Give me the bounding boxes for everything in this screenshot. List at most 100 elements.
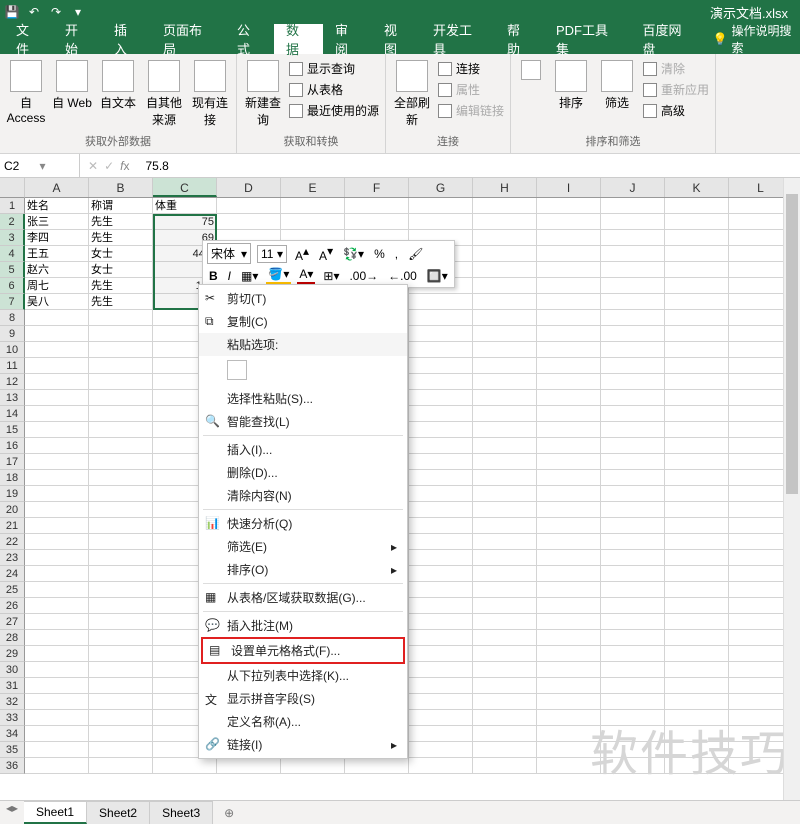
cell[interactable]: [473, 646, 537, 662]
cell[interactable]: [473, 694, 537, 710]
cell[interactable]: [601, 694, 665, 710]
cell[interactable]: [473, 614, 537, 630]
cell[interactable]: [537, 694, 601, 710]
cell[interactable]: [537, 582, 601, 598]
cell[interactable]: [537, 214, 601, 230]
cell[interactable]: [409, 630, 473, 646]
sheet-nav-icon[interactable]: ◂▸: [0, 801, 24, 815]
cell[interactable]: [537, 742, 601, 758]
cell[interactable]: [89, 678, 153, 694]
cell[interactable]: [409, 454, 473, 470]
cell[interactable]: 先生: [89, 294, 153, 310]
cell[interactable]: [473, 662, 537, 678]
cell[interactable]: [601, 710, 665, 726]
cell[interactable]: [537, 310, 601, 326]
row-header[interactable]: 7: [0, 294, 25, 310]
name-box[interactable]: C2▾: [0, 154, 80, 177]
menu-item[interactable]: 💬插入批注(M): [199, 614, 407, 637]
cell[interactable]: [25, 342, 89, 358]
cell[interactable]: [665, 534, 729, 550]
cell[interactable]: [601, 486, 665, 502]
cell[interactable]: 75: [153, 214, 217, 230]
fx-icon[interactable]: fx: [120, 159, 129, 173]
cell[interactable]: [409, 486, 473, 502]
cell[interactable]: [409, 662, 473, 678]
cell[interactable]: [25, 534, 89, 550]
tab-pdf[interactable]: PDF工具集: [544, 24, 631, 54]
menu-item[interactable]: ⧉复制(C): [199, 310, 407, 333]
cell[interactable]: [601, 454, 665, 470]
menu-item[interactable]: 删除(D)...: [199, 461, 407, 484]
menu-item[interactable]: ▦从表格/区域获取数据(G)...: [199, 586, 407, 609]
from-other-button[interactable]: 自其他来源: [144, 60, 184, 128]
cell[interactable]: [601, 534, 665, 550]
col-header-G[interactable]: G: [409, 178, 473, 197]
row-header[interactable]: 27: [0, 614, 25, 630]
recent-sources-button[interactable]: 最近使用的源: [289, 102, 379, 119]
cell[interactable]: 称谓: [89, 198, 153, 214]
cell[interactable]: [409, 294, 473, 310]
menu-item[interactable]: 清除内容(N): [199, 484, 407, 507]
menu-item[interactable]: 从下拉列表中选择(K)...: [199, 664, 407, 687]
size-dropdown[interactable]: 11▾: [257, 245, 287, 263]
cell[interactable]: [601, 614, 665, 630]
cell[interactable]: [25, 358, 89, 374]
cell[interactable]: [537, 646, 601, 662]
cell[interactable]: [601, 518, 665, 534]
advanced-button[interactable]: 高级: [643, 102, 709, 119]
cell[interactable]: [409, 710, 473, 726]
cell[interactable]: [601, 406, 665, 422]
cell[interactable]: [345, 198, 409, 214]
cell[interactable]: [409, 374, 473, 390]
cell[interactable]: [537, 758, 601, 774]
cell[interactable]: [89, 422, 153, 438]
properties-button[interactable]: 属性: [438, 81, 504, 98]
fill-color-icon[interactable]: 🪣▾: [266, 266, 291, 285]
font-color-icon[interactable]: A▾: [297, 266, 315, 285]
cell[interactable]: [89, 614, 153, 630]
cell[interactable]: [25, 470, 89, 486]
col-header-D[interactable]: D: [217, 178, 281, 197]
cell[interactable]: [89, 486, 153, 502]
cell[interactable]: [409, 326, 473, 342]
cell[interactable]: [409, 582, 473, 598]
cell[interactable]: [89, 358, 153, 374]
cell[interactable]: [665, 582, 729, 598]
menu-item[interactable]: 排序(O)▸: [199, 558, 407, 581]
cell[interactable]: [601, 294, 665, 310]
cell[interactable]: [473, 422, 537, 438]
accounting-format-icon[interactable]: 💱▾: [341, 246, 366, 262]
row-header[interactable]: 28: [0, 630, 25, 646]
cell[interactable]: [89, 550, 153, 566]
row-header[interactable]: 36: [0, 758, 25, 774]
cell[interactable]: [89, 374, 153, 390]
row-header[interactable]: 4: [0, 246, 25, 262]
row-header[interactable]: 30: [0, 662, 25, 678]
cell[interactable]: [473, 678, 537, 694]
row-header[interactable]: 11: [0, 358, 25, 374]
cell[interactable]: [665, 598, 729, 614]
cell[interactable]: [601, 358, 665, 374]
cell[interactable]: [25, 694, 89, 710]
sheet-tab-2[interactable]: Sheet2: [87, 801, 150, 824]
cell[interactable]: [473, 406, 537, 422]
reapply-button[interactable]: 重新应用: [643, 81, 709, 98]
cell[interactable]: [665, 342, 729, 358]
row-header[interactable]: 32: [0, 694, 25, 710]
menu-item[interactable]: 🔗链接(I)▸: [199, 733, 407, 756]
cell[interactable]: [537, 374, 601, 390]
cell[interactable]: [89, 566, 153, 582]
cell[interactable]: [409, 438, 473, 454]
cell[interactable]: [473, 550, 537, 566]
cell[interactable]: [537, 342, 601, 358]
row-header[interactable]: 3: [0, 230, 25, 246]
cell[interactable]: [409, 742, 473, 758]
cell[interactable]: [89, 326, 153, 342]
cell[interactable]: 体重: [153, 198, 217, 214]
cell[interactable]: 先生: [89, 278, 153, 294]
refresh-all-button[interactable]: 全部刷新: [392, 60, 432, 128]
cell[interactable]: [409, 502, 473, 518]
cell[interactable]: [89, 454, 153, 470]
cell[interactable]: [473, 486, 537, 502]
cell[interactable]: [217, 214, 281, 230]
